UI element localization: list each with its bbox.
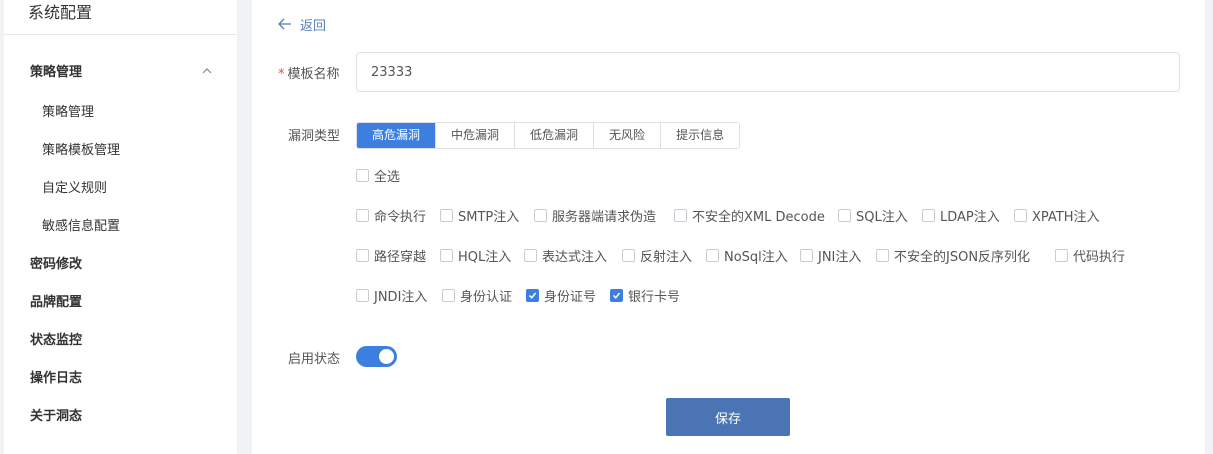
template-name-label-text: 模板名称 [287, 67, 340, 82]
vuln-option-checkbox[interactable]: JNI注入 [800, 246, 861, 265]
vuln-option-checkbox[interactable]: NoSql注入 [706, 246, 788, 265]
required-mark: * [278, 67, 285, 82]
vuln-option-checkbox[interactable]: SQL注入 [838, 206, 908, 225]
checkbox-box [356, 169, 369, 182]
vuln-option-label: 服务器端请求伪造 [552, 210, 657, 225]
sidebar-item-status-monitor[interactable]: 状态监控 [30, 329, 82, 348]
checkbox-box [838, 209, 851, 222]
vuln-option-label: 反射注入 [640, 250, 693, 265]
checkbox-box [442, 289, 455, 302]
tab-vuln-level[interactable]: 中危漏洞 [436, 123, 516, 148]
sidebar: 系统配置 策略管理 策略管理 策略模板管理 自定义规则 敏感信息配置 密码修改 … [4, 0, 237, 454]
vuln-option-checkbox[interactable]: 身份认证 [442, 286, 512, 305]
vuln-option-label: 身份认证 [460, 290, 513, 305]
vuln-option-label: 路径穿越 [374, 250, 427, 265]
vuln-option-label: NoSql注入 [724, 250, 788, 265]
vuln-type-label: 漏洞类型 [288, 129, 341, 144]
vuln-option-checkbox[interactable]: 命令执行 [356, 206, 426, 225]
enable-toggle[interactable] [356, 346, 397, 367]
vuln-option-label: 命令执行 [374, 210, 427, 225]
checkbox-box [622, 249, 635, 262]
vuln-option-label: 表达式注入 [542, 250, 608, 265]
checkbox-box [876, 249, 889, 262]
vuln-option-label: 代码执行 [1073, 250, 1126, 265]
select-all-checkbox[interactable]: 全选 [356, 166, 400, 185]
vuln-option-label: 银行卡号 [628, 290, 681, 305]
sidebar-group-strategy[interactable]: 策略管理 [30, 61, 220, 83]
vuln-option-checkbox[interactable]: SMTP注入 [440, 206, 519, 225]
checkbox-box [356, 249, 369, 262]
arrow-left-icon [278, 18, 291, 30]
vuln-option-label: LDAP注入 [940, 210, 1000, 225]
vuln-option-label: 身份证号 [544, 290, 597, 305]
vuln-option-checkbox[interactable]: 代码执行 [1055, 246, 1125, 265]
vuln-option-checkbox[interactable]: 身份证号 [526, 286, 596, 305]
vuln-option-label: JNDI注入 [374, 290, 428, 305]
vuln-option-checkbox[interactable]: 反射注入 [622, 246, 692, 265]
vuln-option-checkbox[interactable]: 不安全的JSON反序列化 [876, 246, 1030, 265]
checkbox-box [524, 249, 537, 262]
vuln-option-label: HQL注入 [458, 250, 512, 265]
tab-vuln-level[interactable]: 高危漏洞 [357, 123, 437, 148]
check-icon [528, 292, 537, 299]
sidebar-item-about[interactable]: 关于洞态 [30, 405, 82, 424]
tab-vuln-level[interactable]: 提示信息 [661, 123, 740, 148]
sidebar-item-strategy-manage[interactable]: 策略管理 [42, 101, 94, 120]
vuln-option-checkbox[interactable]: JNDI注入 [356, 286, 427, 305]
vuln-option-label: JNI注入 [818, 250, 862, 265]
vuln-option-label: XPATH注入 [1032, 210, 1100, 225]
vuln-option-checkbox[interactable]: XPATH注入 [1014, 206, 1100, 225]
template-name-label: * 模板名称 [278, 63, 340, 82]
checkbox-box [526, 289, 539, 302]
vuln-option-checkbox[interactable]: 表达式注入 [524, 246, 607, 265]
check-icon [612, 292, 621, 299]
sidebar-item-brand[interactable]: 品牌配置 [30, 291, 82, 310]
vuln-option-checkbox[interactable]: LDAP注入 [922, 206, 1000, 225]
checkbox-box [706, 249, 719, 262]
checkbox-box [356, 209, 369, 222]
checkbox-box [534, 209, 547, 222]
toggle-knob [379, 349, 394, 364]
sidebar-item-custom-rules[interactable]: 自定义规则 [42, 177, 107, 196]
checkbox-box [1055, 249, 1068, 262]
sidebar-item-operation-log[interactable]: 操作日志 [30, 367, 82, 386]
sidebar-item-password[interactable]: 密码修改 [30, 253, 82, 272]
save-button[interactable]: 保存 [666, 398, 790, 436]
vuln-option-checkbox[interactable]: 服务器端请求伪造 [534, 206, 656, 225]
sidebar-group-label: 策略管理 [30, 65, 83, 80]
select-all-label: 全选 [374, 170, 401, 185]
vuln-option-label: SMTP注入 [458, 210, 520, 225]
checkbox-box [674, 209, 687, 222]
vuln-option-checkbox[interactable]: HQL注入 [440, 246, 511, 265]
back-label: 返回 [300, 18, 327, 34]
vuln-option-checkbox[interactable]: 银行卡号 [610, 286, 680, 305]
sidebar-divider [4, 34, 237, 35]
tab-vuln-level[interactable]: 低危漏洞 [515, 123, 595, 148]
chevron-up-icon [202, 68, 212, 74]
back-link[interactable]: 返回 [278, 14, 326, 34]
sidebar-item-sensitive-info[interactable]: 敏感信息配置 [42, 215, 120, 234]
main-panel: 返回 *模板名称 漏洞类型 高危漏洞中危漏洞低危漏洞无风险提示信息 全选 启用状… [252, 0, 1205, 454]
checkbox-box [440, 209, 453, 222]
vuln-option-checkbox[interactable]: 不安全的XML Decode [674, 206, 825, 225]
sidebar-title: 系统配置 [28, 3, 93, 22]
vuln-type-tabs: 高危漏洞 中危漏洞 低危漏洞 无风险 提示信息 [356, 122, 741, 149]
vuln-option-checkbox[interactable]: 路径穿越 [356, 246, 426, 265]
vuln-option-label: 不安全的JSON反序列化 [894, 250, 1031, 265]
checkbox-box [440, 249, 453, 262]
vuln-option-label: 不安全的XML Decode [692, 210, 825, 225]
tab-vuln-level[interactable]: 无风险 [594, 123, 662, 148]
checkbox-box [922, 209, 935, 222]
vuln-option-label: SQL注入 [856, 210, 908, 225]
checkbox-box [356, 289, 369, 302]
enable-status-label: 启用状态 [288, 352, 341, 367]
checkbox-box [610, 289, 623, 302]
checkbox-box [800, 249, 813, 262]
checkbox-box [1014, 209, 1027, 222]
template-name-input[interactable] [356, 52, 1180, 92]
sidebar-item-template-manage[interactable]: 策略模板管理 [42, 139, 120, 158]
